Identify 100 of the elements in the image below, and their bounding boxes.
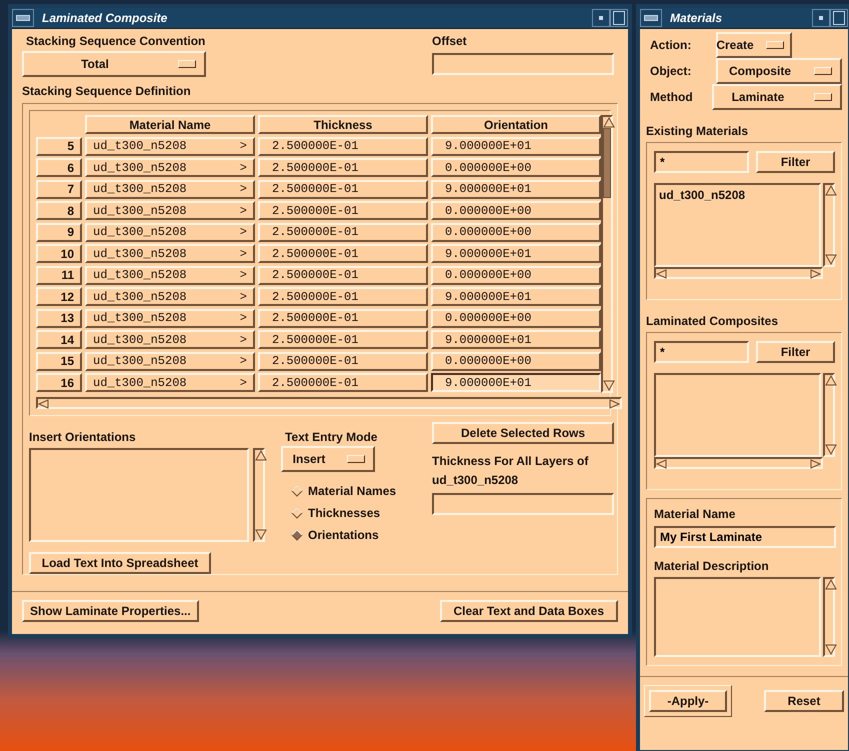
table-cell[interactable]: 0.000000E+00 bbox=[431, 201, 601, 220]
row-header[interactable]: 10 bbox=[36, 244, 82, 264]
table-cell[interactable]: 2.500000E-01 bbox=[258, 266, 428, 285]
text-area[interactable] bbox=[654, 577, 821, 657]
table-cell[interactable]: 0.000000E+00 bbox=[431, 308, 601, 328]
row-header[interactable]: 6 bbox=[36, 158, 82, 178]
table-cell[interactable]: 0.000000E+00 bbox=[431, 158, 601, 178]
scroll-down-arrow-icon[interactable] bbox=[825, 444, 837, 455]
vertical-scrollbar[interactable] bbox=[823, 183, 835, 267]
table-cell[interactable]: ud_t300_n5208 > bbox=[85, 201, 255, 220]
vertical-scrollbar[interactable] bbox=[823, 577, 835, 657]
table-cell[interactable]: 2.500000E-01 bbox=[258, 180, 428, 199]
table-cell[interactable]: 2.500000E-01 bbox=[258, 201, 428, 220]
scroll-right-arrow-icon[interactable] bbox=[810, 269, 821, 279]
scroll-down-arrow-icon[interactable] bbox=[825, 644, 837, 655]
column-header[interactable]: Orientation bbox=[431, 115, 601, 134]
table-cell[interactable]: 9.000000E+01 bbox=[431, 330, 601, 350]
filter-field[interactable]: * bbox=[654, 341, 749, 363]
vertical-scrollbar[interactable] bbox=[823, 373, 835, 457]
horizontal-scrollbar[interactable] bbox=[654, 457, 823, 469]
row-header[interactable]: 12 bbox=[36, 287, 82, 306]
radio-button[interactable]: Thicknesses bbox=[285, 502, 396, 524]
table-cell[interactable]: ud_t300_n5208 > bbox=[85, 158, 255, 178]
table-cell[interactable]: 2.500000E-01 bbox=[258, 222, 428, 242]
table-cell[interactable]: 2.500000E-01 bbox=[258, 244, 428, 264]
scroll-left-arrow-icon[interactable] bbox=[38, 399, 49, 409]
input-field[interactable] bbox=[432, 493, 614, 515]
table-cell[interactable]: ud_t300_n5208 > bbox=[85, 287, 255, 306]
show-properties-button[interactable]: Show Laminate Properties... bbox=[22, 600, 199, 622]
table-cell[interactable]: ud_t300_n5208 > bbox=[85, 136, 255, 156]
scroll-right-arrow-icon[interactable] bbox=[609, 399, 620, 409]
table-cell[interactable]: 9.000000E+01 bbox=[431, 244, 601, 264]
filter-button[interactable]: Filter bbox=[756, 151, 835, 173]
scroll-up-arrow-icon[interactable] bbox=[825, 375, 837, 386]
table-cell[interactable]: 2.500000E-01 bbox=[258, 352, 428, 371]
row-header[interactable]: 15 bbox=[36, 352, 82, 371]
clear-button[interactable]: Clear Text and Data Boxes bbox=[440, 600, 618, 622]
delete-rows-button[interactable]: Delete Selected Rows bbox=[432, 422, 614, 444]
radio-button[interactable]: Orientations bbox=[285, 524, 396, 546]
scrollbar-thumb[interactable] bbox=[603, 128, 611, 198]
radio-diamond-icon[interactable] bbox=[291, 507, 303, 519]
row-header[interactable]: 9 bbox=[36, 222, 82, 242]
horizontal-scrollbar[interactable] bbox=[654, 267, 823, 279]
radio-diamond-icon[interactable] bbox=[291, 485, 303, 497]
filter-field[interactable]: * bbox=[654, 151, 749, 173]
scroll-down-arrow-icon[interactable] bbox=[825, 254, 837, 265]
table-cell[interactable]: ud_t300_n5208 > bbox=[85, 352, 255, 371]
column-header[interactable]: Thickness bbox=[258, 115, 428, 134]
column-header[interactable]: Material Name bbox=[85, 115, 255, 134]
load-text-button[interactable]: Load Text Into Spreadsheet bbox=[29, 552, 211, 574]
table-cell[interactable]: ud_t300_n5208 > bbox=[85, 308, 255, 328]
table-cell[interactable]: 9.000000E+01 bbox=[431, 287, 601, 306]
row-header[interactable]: 5 bbox=[36, 136, 82, 156]
table-cell[interactable]: ud_t300_n5208 > bbox=[85, 330, 255, 350]
table-cell[interactable]: 9.000000E+01 bbox=[431, 373, 601, 392]
table-cell[interactable]: 0.000000E+00 bbox=[431, 266, 601, 285]
vertical-scrollbar[interactable] bbox=[253, 448, 265, 542]
input-field[interactable]: My First Laminate bbox=[654, 526, 836, 548]
row-header[interactable]: 14 bbox=[36, 330, 82, 350]
dialog-button[interactable]: Reset bbox=[764, 690, 844, 712]
row-header[interactable]: 16 bbox=[36, 373, 82, 392]
horizontal-scrollbar[interactable] bbox=[36, 397, 622, 409]
maximize-icon[interactable] bbox=[833, 11, 845, 25]
input-field[interactable] bbox=[432, 53, 614, 75]
list-box[interactable]: ud_t300_n5208 bbox=[654, 183, 821, 267]
scroll-right-arrow-icon[interactable] bbox=[810, 459, 821, 469]
filter-button[interactable]: Filter bbox=[756, 341, 835, 363]
scroll-up-arrow-icon[interactable] bbox=[825, 579, 837, 590]
scroll-left-arrow-icon[interactable] bbox=[656, 459, 667, 469]
scroll-down-arrow-icon[interactable] bbox=[255, 529, 267, 540]
row-header[interactable]: 13 bbox=[36, 308, 82, 328]
scroll-left-arrow-icon[interactable] bbox=[656, 269, 667, 279]
maximize-icon[interactable] bbox=[613, 11, 625, 25]
table-cell[interactable]: 0.000000E+00 bbox=[431, 222, 601, 242]
option-menu-button[interactable]: Total bbox=[22, 51, 206, 77]
option-menu-button[interactable]: Composite bbox=[716, 58, 842, 84]
table-cell[interactable]: 2.500000E-01 bbox=[258, 373, 428, 392]
table-cell[interactable]: ud_t300_n5208 > bbox=[85, 222, 255, 242]
option-menu-button[interactable]: Laminate bbox=[712, 84, 842, 110]
list-item[interactable]: ud_t300_n5208 bbox=[659, 188, 816, 202]
scroll-up-arrow-icon[interactable] bbox=[603, 117, 615, 128]
option-menu-button[interactable]: Insert bbox=[281, 446, 375, 472]
list-box[interactable] bbox=[654, 373, 821, 457]
table-cell[interactable]: ud_t300_n5208 > bbox=[85, 244, 255, 264]
row-header[interactable]: 11 bbox=[36, 266, 82, 285]
scroll-down-arrow-icon[interactable] bbox=[603, 380, 615, 391]
table-cell[interactable]: 2.500000E-01 bbox=[258, 158, 428, 178]
table-cell[interactable]: 2.500000E-01 bbox=[258, 136, 428, 156]
text-area[interactable] bbox=[29, 448, 249, 542]
radio-button[interactable]: Material Names bbox=[285, 480, 396, 502]
table-cell[interactable]: 0.000000E+00 bbox=[431, 352, 601, 371]
table-cell[interactable]: 2.500000E-01 bbox=[258, 308, 428, 328]
scroll-up-arrow-icon[interactable] bbox=[825, 185, 837, 196]
option-menu-button[interactable]: Create bbox=[716, 32, 792, 58]
vertical-scrollbar[interactable] bbox=[601, 115, 613, 393]
radio-diamond-icon[interactable] bbox=[291, 529, 303, 541]
table-cell[interactable]: ud_t300_n5208 > bbox=[85, 180, 255, 199]
row-header[interactable]: 8 bbox=[36, 201, 82, 220]
table-cell[interactable]: ud_t300_n5208 > bbox=[85, 266, 255, 285]
table-cell[interactable]: 9.000000E+01 bbox=[431, 180, 601, 199]
